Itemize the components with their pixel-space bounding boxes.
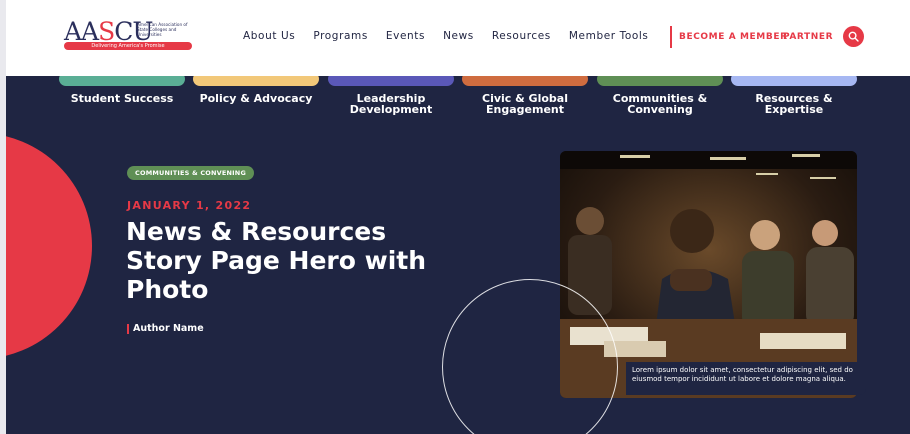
nav-programs[interactable]: Programs: [313, 30, 368, 42]
story-date: JANUARY 1, 2022: [127, 199, 252, 212]
nav-member-tools[interactable]: Member Tools: [569, 30, 649, 42]
logo-tagline: Delivering America's Promise: [64, 42, 192, 50]
category-label-leadership-development[interactable]: Leadership Development: [328, 93, 454, 115]
main-nav: About Us Programs Events News Resources …: [243, 30, 666, 42]
site-header: AASCU American Association of State Coll…: [6, 0, 910, 76]
nav-about-us[interactable]: About Us: [243, 30, 295, 42]
author-name[interactable]: Author Name: [127, 324, 204, 334]
search-icon: [848, 31, 859, 42]
become-member-link[interactable]: BECOME A MEMBER: [679, 32, 788, 42]
category-tab-civic-global-engagement[interactable]: [462, 76, 588, 86]
nav-events[interactable]: Events: [386, 30, 425, 42]
category-label-civic-global-engagement[interactable]: Civic & Global Engagement: [462, 93, 588, 115]
category-label-student-success[interactable]: Student Success: [59, 93, 185, 104]
nav-news[interactable]: News: [443, 30, 474, 42]
category-label-communities-convening[interactable]: Communities & Convening: [597, 93, 723, 115]
category-tab-resources-expertise[interactable]: [731, 76, 857, 86]
category-badge[interactable]: COMMUNITIES & CONVENING: [127, 166, 254, 180]
search-button[interactable]: [843, 26, 864, 47]
category-tab-student-success[interactable]: [59, 76, 185, 86]
nav-resources[interactable]: Resources: [492, 30, 551, 42]
page-title: News & Resources Story Page Hero with Ph…: [126, 217, 427, 304]
aascu-logo[interactable]: AASCU American Association of State Coll…: [64, 19, 194, 52]
photo-caption: Lorem ipsum dolor sit amet, consectetur …: [626, 362, 866, 395]
decorative-red-circle: [6, 133, 92, 359]
category-tab-policy-advocacy[interactable]: [193, 76, 319, 86]
category-label-policy-advocacy[interactable]: Policy & Advocacy: [193, 93, 319, 104]
category-tab-communities-convening[interactable]: [597, 76, 723, 86]
logo-subtitle: American Association of State Colleges a…: [137, 22, 188, 37]
nav-divider: [670, 26, 672, 48]
partner-link[interactable]: PARTNER: [783, 32, 833, 42]
hero-section: Student Success Policy & Advocacy Leader…: [6, 76, 910, 434]
category-label-resources-expertise[interactable]: Resources & Expertise: [731, 93, 857, 115]
category-tab-leadership-development[interactable]: [328, 76, 454, 86]
